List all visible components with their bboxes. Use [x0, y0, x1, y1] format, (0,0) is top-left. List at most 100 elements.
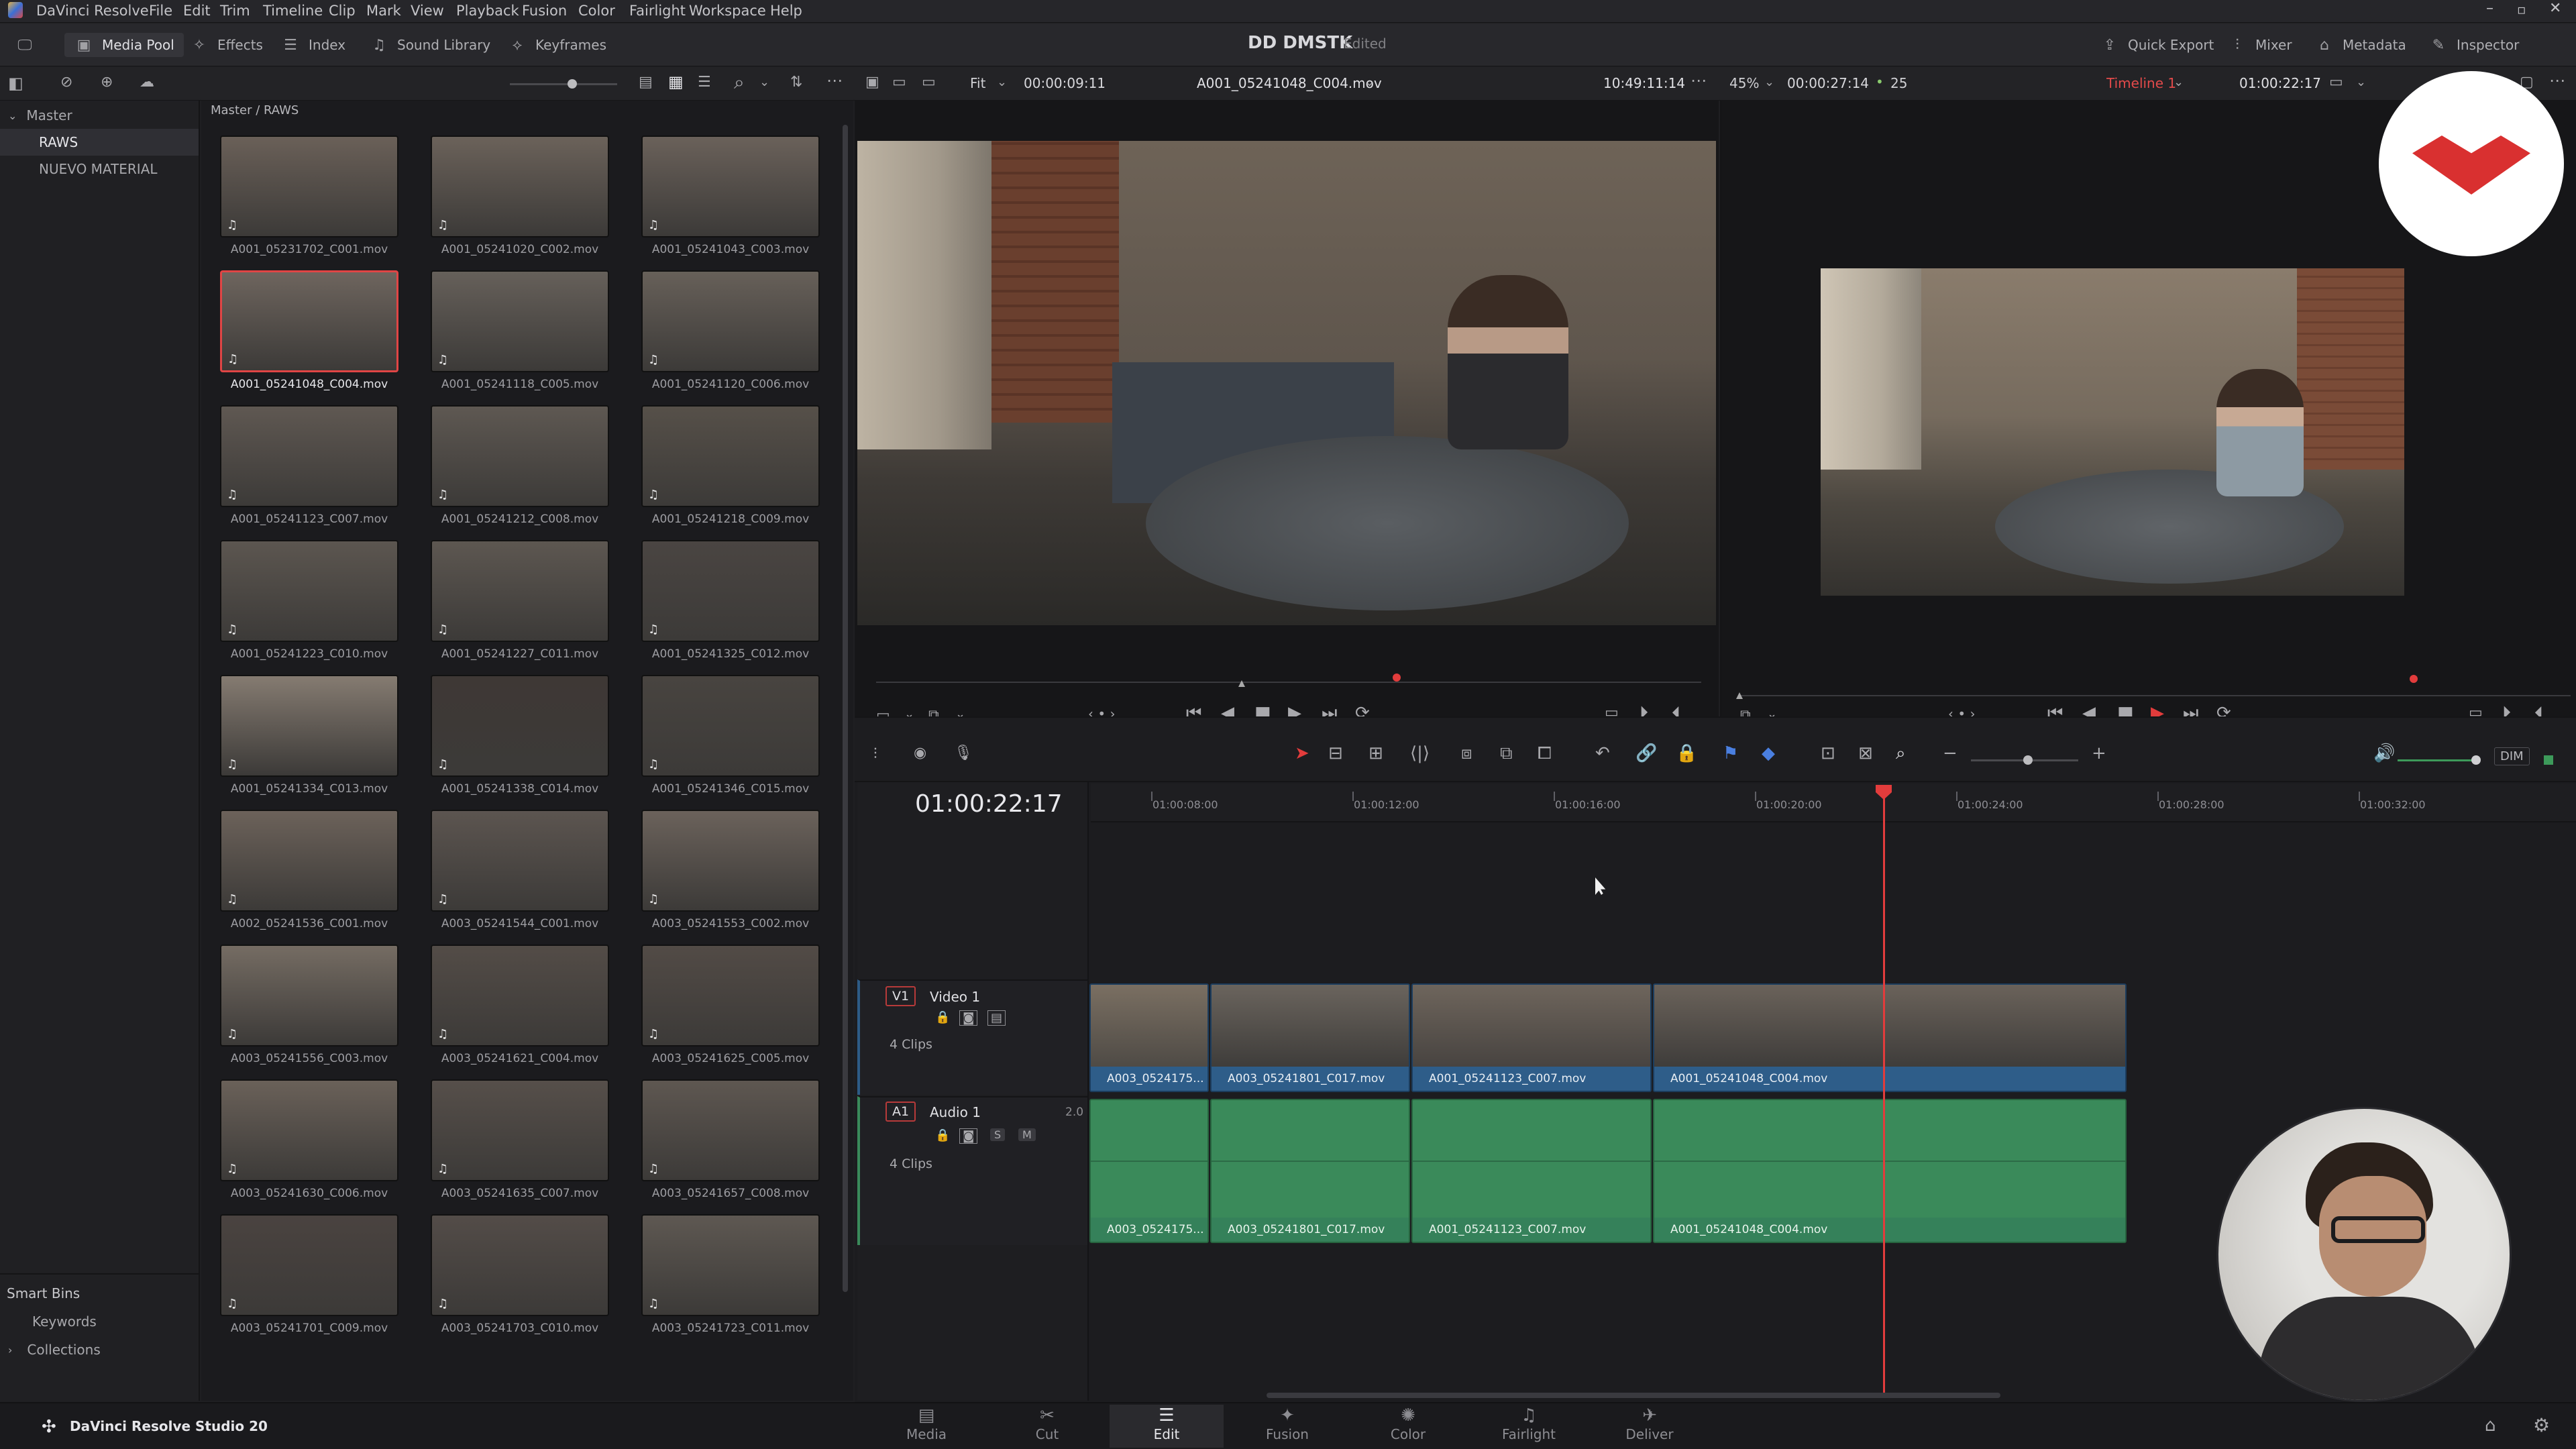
- menu-workspace[interactable]: Workspace: [689, 3, 766, 19]
- page-cut[interactable]: ✂ Cut: [990, 1405, 1104, 1448]
- maximize-icon[interactable]: ▫: [2517, 1, 2526, 17]
- minimize-icon[interactable]: –: [2486, 0, 2493, 17]
- audio-clip-3[interactable]: A001_05241123_C007.mov: [1411, 1099, 1652, 1243]
- page-color[interactable]: ✺ Color: [1351, 1405, 1465, 1448]
- speaker-icon[interactable]: 🔊: [2373, 743, 2395, 763]
- smart-bin-collections[interactable]: › Collections: [0, 1336, 199, 1363]
- track-visibility-icon[interactable]: ▤: [987, 1010, 1006, 1026]
- clip-thumbnail[interactable]: ♫: [220, 540, 398, 642]
- smart-bin-keywords[interactable]: Keywords: [0, 1308, 199, 1335]
- menu-help[interactable]: Help: [770, 3, 802, 19]
- blade-icon[interactable]: ⟨|⟩: [1410, 743, 1430, 763]
- video-clip-3[interactable]: A001_05241123_C007.mov: [1411, 983, 1652, 1092]
- audio-track-name[interactable]: Audio 1: [930, 1104, 981, 1120]
- timeline-name-select[interactable]: Timeline 1: [2106, 75, 2176, 91]
- dim-button[interactable]: DIM: [2494, 747, 2530, 765]
- mixer-button[interactable]: ⫶ Mixer: [2227, 33, 2292, 57]
- index-button[interactable]: ☰ Index: [280, 33, 345, 57]
- metadata-button[interactable]: ⌂ Metadata: [2314, 33, 2406, 57]
- menu-timeline[interactable]: Timeline: [263, 3, 323, 19]
- source-tape-icon[interactable]: ▭: [892, 74, 906, 91]
- source-playhead[interactable]: [1393, 674, 1401, 682]
- zoom-full-icon[interactable]: ⊡: [1821, 743, 1835, 763]
- chevron-down-icon[interactable]: ⌄: [2356, 75, 2366, 89]
- track-lock-icon[interactable]: 🔒: [935, 1128, 950, 1142]
- track-lock-icon[interactable]: 🔒: [935, 1010, 950, 1024]
- timeline-scrubber[interactable]: [1739, 695, 2571, 696]
- chevron-down-icon[interactable]: ⌄: [2174, 75, 2184, 89]
- microphone-icon[interactable]: 🎙: [954, 745, 973, 761]
- viewer-layout-icon[interactable]: ▭: [2329, 74, 2343, 91]
- page-fusion[interactable]: ✦ Fusion: [1230, 1405, 1344, 1448]
- list-view-icon[interactable]: ☰: [698, 74, 711, 91]
- source-fit-select[interactable]: Fit: [970, 75, 985, 91]
- clip-thumbnail[interactable]: ♫: [220, 945, 398, 1046]
- volume-slider[interactable]: [2398, 755, 2481, 765]
- clip-thumbnail[interactable]: ♫: [431, 945, 609, 1046]
- auto-select-icon[interactable]: ◙: [959, 1128, 978, 1144]
- clip-thumbnail[interactable]: ♫: [641, 810, 820, 912]
- clip-thumbnail[interactable]: ♫: [431, 270, 609, 372]
- link-icon[interactable]: 🔗: [1635, 743, 1657, 763]
- thumbnail-size-slider-knob[interactable]: [568, 79, 577, 89]
- chevron-down-icon[interactable]: ⌄: [1364, 75, 1375, 89]
- clip-thumbnail[interactable]: ♫: [431, 1079, 609, 1181]
- chevron-down-icon[interactable]: ⌄: [997, 75, 1007, 89]
- bin-nuevo-material[interactable]: NUEVO MATERIAL: [0, 156, 199, 182]
- metadata-view-icon[interactable]: ▤: [639, 74, 653, 91]
- clip-thumbnail[interactable]: ♫: [220, 270, 398, 372]
- dynamic-trim-icon[interactable]: ⊞: [1368, 743, 1383, 763]
- clip-thumbnail[interactable]: ♫: [641, 1079, 820, 1181]
- clip-thumbnail[interactable]: ♫: [641, 405, 820, 507]
- close-icon[interactable]: ✕: [2549, 0, 2561, 17]
- zoom-custom-icon[interactable]: ⌕: [1896, 743, 1906, 764]
- clip-thumbnail[interactable]: ♫: [431, 1214, 609, 1316]
- snapping-icon[interactable]: ↶: [1595, 743, 1610, 763]
- menu-fusion[interactable]: Fusion: [522, 3, 567, 19]
- more-options-icon[interactable]: ⋯: [2549, 71, 2565, 90]
- sort-icon[interactable]: ⇅: [790, 74, 802, 91]
- clip-thumbnail[interactable]: ♫: [641, 945, 820, 1046]
- bin-master[interactable]: ⌄ Master: [0, 102, 199, 129]
- clip-thumbnail[interactable]: ♫: [220, 1079, 398, 1181]
- clip-thumbnail[interactable]: ♫: [431, 810, 609, 912]
- workspace-toggle-button[interactable]: 🖵: [15, 33, 35, 57]
- menu-clip[interactable]: Clip: [329, 3, 356, 19]
- insert-clip-icon[interactable]: ⧈: [1461, 743, 1472, 764]
- chevron-down-icon[interactable]: ⌄: [1764, 75, 1774, 89]
- zoom-detail-icon[interactable]: ⊠: [1858, 743, 1873, 763]
- sound-library-button[interactable]: ♫ Sound Library: [369, 33, 490, 57]
- timeline-ruler[interactable]: [1091, 784, 2576, 822]
- audio-meter-icon[interactable]: ◉: [914, 745, 926, 761]
- clip-thumbnail[interactable]: ♫: [431, 675, 609, 777]
- thumbnail-size-slider[interactable]: [510, 79, 617, 89]
- selection-mode-icon[interactable]: ➤: [1295, 743, 1309, 763]
- more-options-icon[interactable]: ⋯: [826, 71, 843, 90]
- audio-clip-4[interactable]: A001_05241048_C004.mov: [1653, 1099, 2127, 1243]
- clip-thumbnail[interactable]: ♫: [431, 540, 609, 642]
- menu-edit[interactable]: Edit: [183, 3, 211, 19]
- settings-gear-icon[interactable]: ⚙: [2533, 1414, 2550, 1436]
- source-clip-name[interactable]: A001_05241048_C004.mov: [1197, 75, 1382, 91]
- clip-thumbnail[interactable]: ♫: [220, 1214, 398, 1316]
- page-edit[interactable]: ☰ Edit: [1110, 1405, 1224, 1448]
- mute-button[interactable]: M: [1018, 1128, 1036, 1141]
- inspector-button[interactable]: ✎ Inspector: [2428, 33, 2520, 57]
- video-clip-1[interactable]: A003_0524175...: [1089, 983, 1209, 1092]
- thumbnail-view-icon[interactable]: ▦: [668, 72, 684, 91]
- bin-list-icon[interactable]: ⊘: [60, 74, 72, 91]
- lock-icon[interactable]: 🔒: [1676, 743, 1697, 763]
- clip-thumbnail[interactable]: ♫: [641, 1214, 820, 1316]
- effects-button[interactable]: ✧ Effects: [189, 33, 263, 57]
- source-scrubber[interactable]: [876, 682, 1701, 683]
- audio-clip-2[interactable]: A003_05241801_C017.mov: [1210, 1099, 1410, 1243]
- overwrite-clip-icon[interactable]: ⧉: [1500, 743, 1513, 764]
- sidebar-toggle-icon[interactable]: ◧: [8, 74, 23, 93]
- clip-thumbnail[interactable]: ♫: [641, 675, 820, 777]
- zoom-in-icon[interactable]: +: [2092, 743, 2106, 763]
- trim-mode-icon[interactable]: ⊟: [1328, 743, 1343, 763]
- clip-thumbnail[interactable]: ♫: [220, 136, 398, 237]
- timeline-viewer-playhead[interactable]: [2410, 675, 2418, 683]
- video-clip-2[interactable]: A003_05241801_C017.mov: [1210, 983, 1410, 1092]
- auto-select-icon[interactable]: ◙: [959, 1010, 978, 1026]
